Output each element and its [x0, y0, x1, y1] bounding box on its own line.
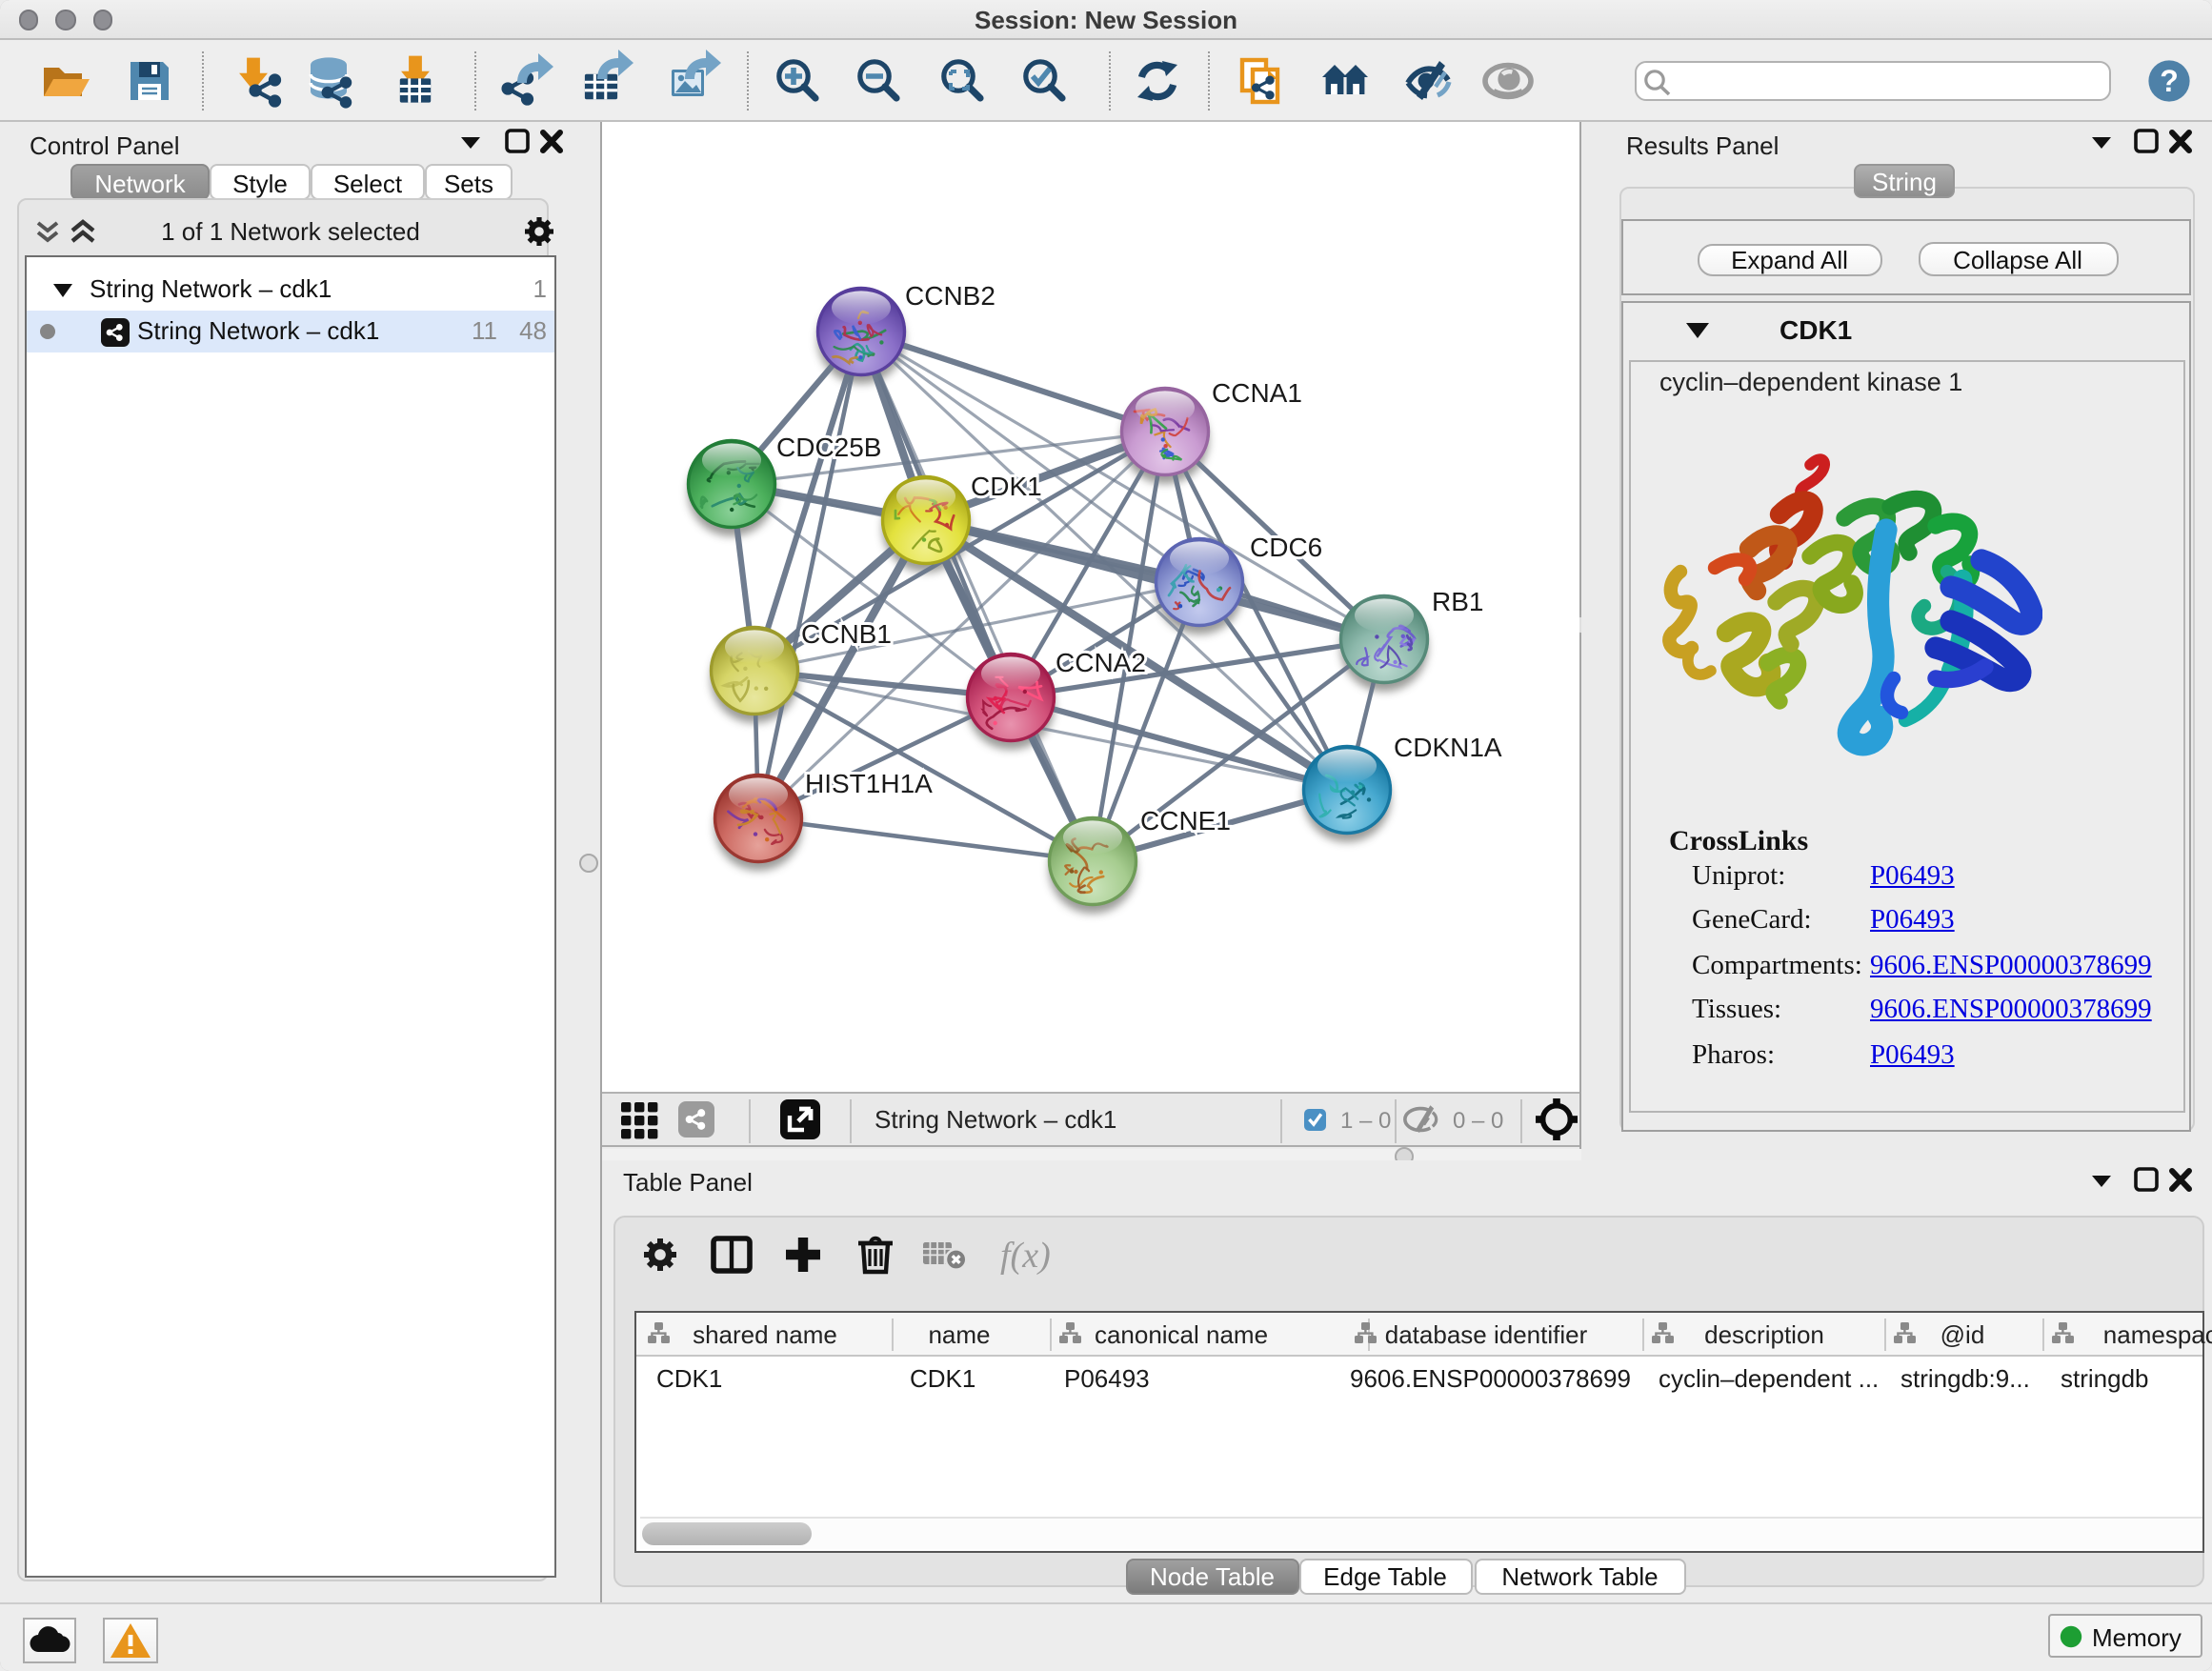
svg-text:CCNE1: CCNE1	[1140, 806, 1231, 836]
svg-text:CCNA1: CCNA1	[1212, 378, 1302, 408]
svg-text:RB1: RB1	[1432, 587, 1483, 616]
svg-text:?: ?	[2160, 64, 2179, 98]
svg-text:CDK1: CDK1	[971, 472, 1042, 501]
svg-text:CCNB2: CCNB2	[905, 281, 995, 311]
svg-text:f(x): f(x)	[1000, 1236, 1051, 1276]
svg-text:CCNA2: CCNA2	[1056, 648, 1146, 677]
svg-text:CDKN1A: CDKN1A	[1394, 733, 1502, 762]
svg-text:CDC25B: CDC25B	[776, 433, 881, 462]
svg-text:CCNB1: CCNB1	[801, 619, 892, 649]
svg-text:HIST1H1A: HIST1H1A	[805, 769, 933, 798]
svg-text:CDC6: CDC6	[1250, 533, 1322, 562]
